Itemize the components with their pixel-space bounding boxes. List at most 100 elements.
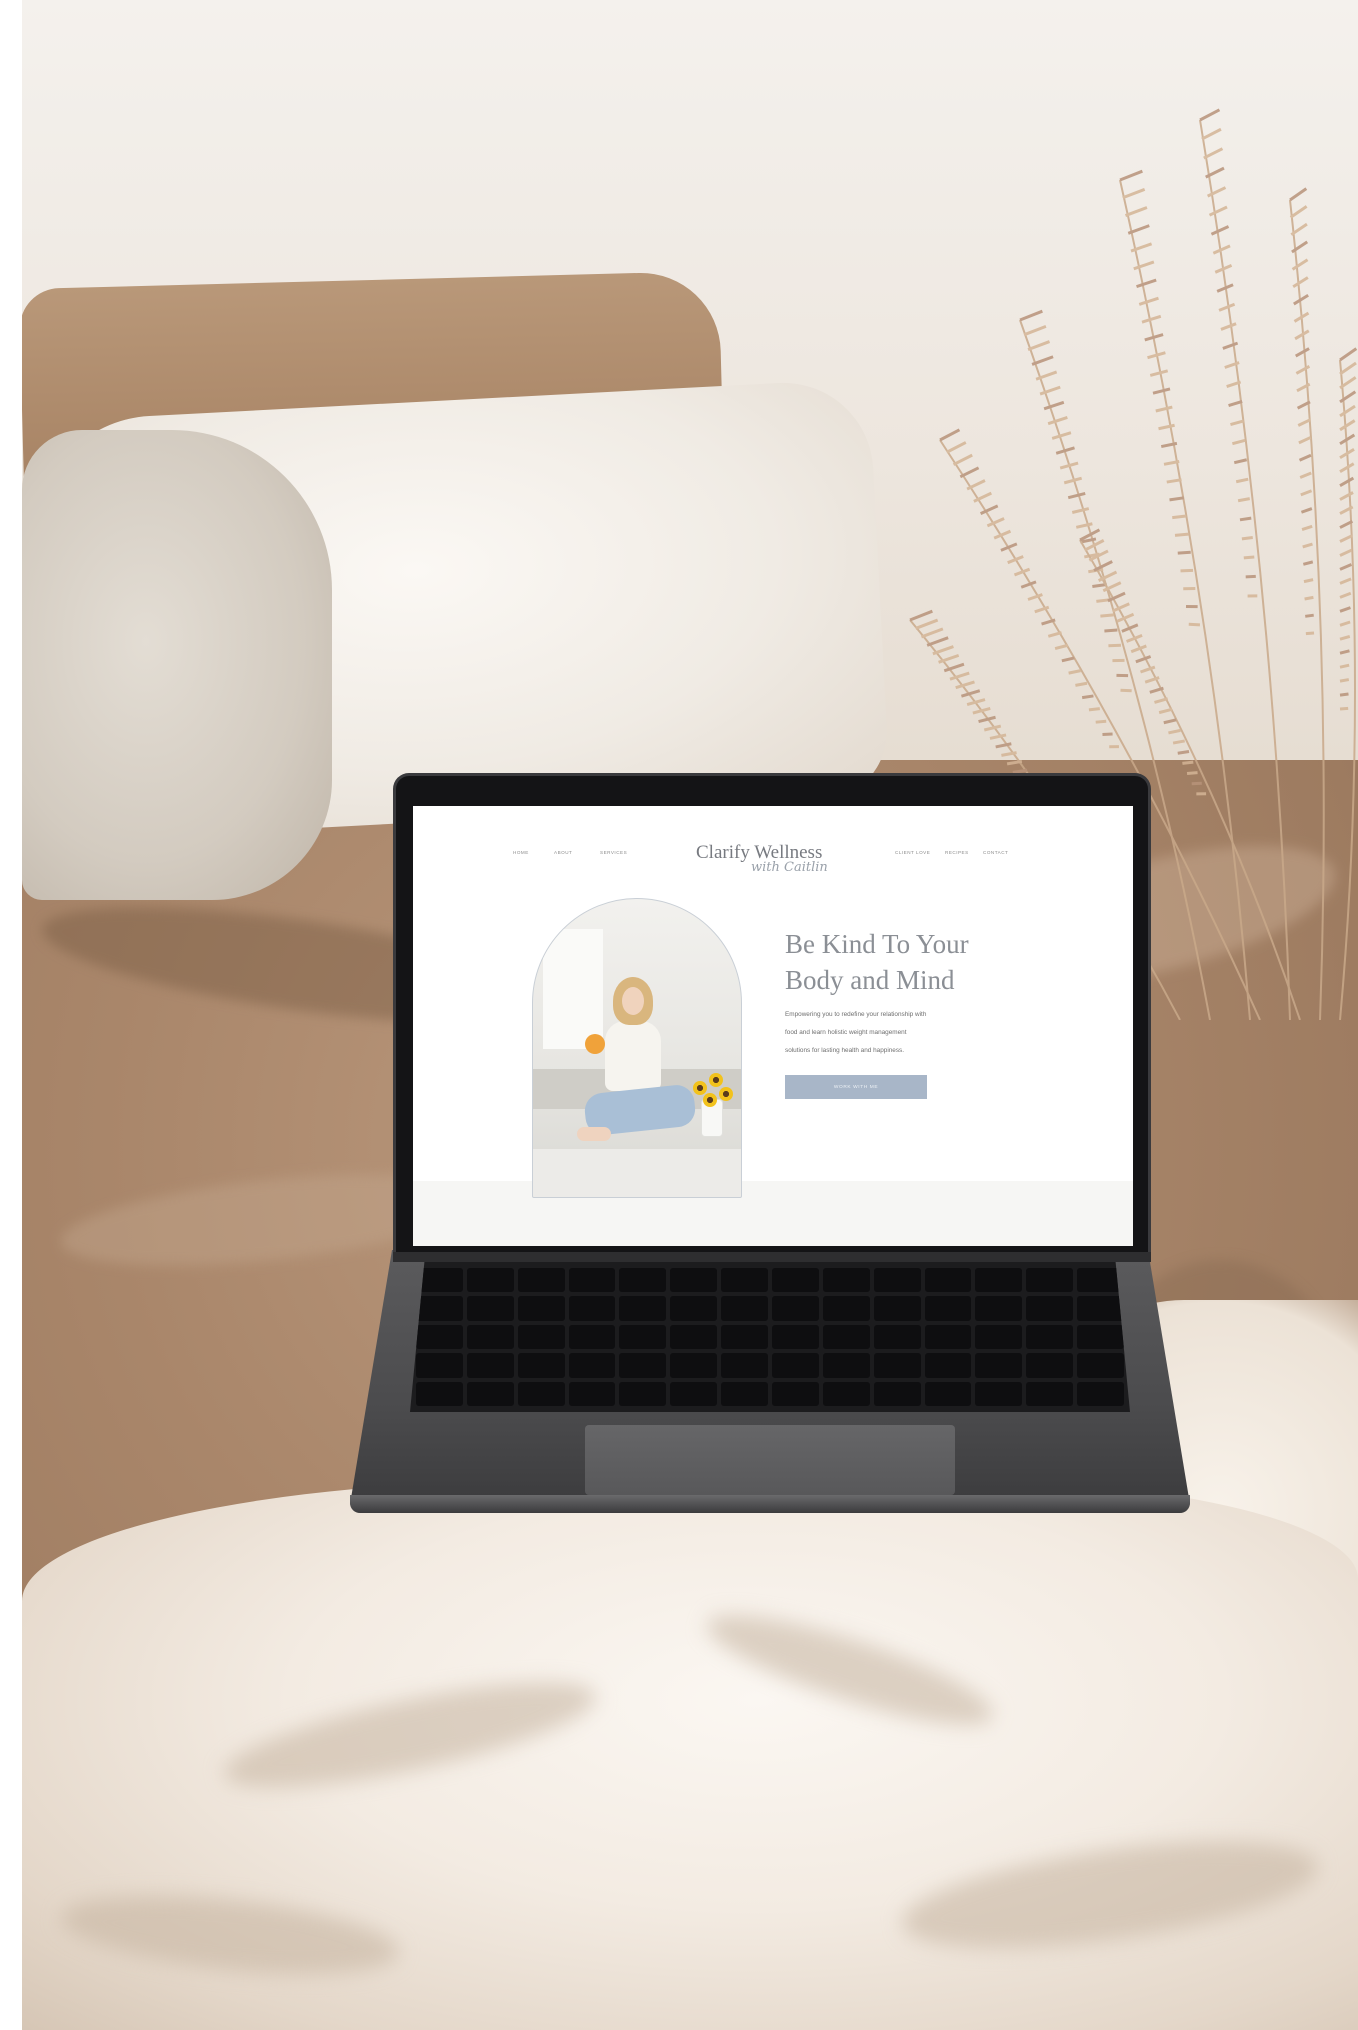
keyboard-key[interactable] <box>1077 1381 1124 1406</box>
laptop-trackpad[interactable] <box>585 1425 955 1495</box>
pampas-frond <box>1339 361 1357 376</box>
sunflower-icon <box>719 1087 733 1101</box>
keyboard-key[interactable] <box>975 1324 1023 1350</box>
pampas-frond <box>1294 347 1310 358</box>
pampas-frond <box>1243 555 1255 560</box>
keyboard-key[interactable] <box>466 1353 514 1378</box>
laptop-keyboard[interactable] <box>410 1262 1130 1412</box>
pampas-frond <box>1237 497 1251 503</box>
keyboard-key[interactable] <box>924 1296 972 1321</box>
keyboard-key[interactable] <box>873 1296 921 1321</box>
nav-services[interactable]: SERVICES <box>600 850 627 855</box>
keyboard-key[interactable] <box>772 1381 819 1406</box>
keyboard-key[interactable] <box>1026 1296 1074 1321</box>
pampas-frond <box>1298 436 1312 445</box>
nav-home[interactable]: HOME <box>513 850 529 855</box>
keyboard-key[interactable] <box>822 1324 870 1350</box>
keyboard-key[interactable] <box>772 1296 819 1321</box>
keyboard-key[interactable] <box>975 1381 1023 1406</box>
keyboard-key[interactable] <box>670 1296 718 1321</box>
keyboard-key[interactable] <box>822 1353 870 1378</box>
keyboard-key[interactable] <box>517 1353 565 1378</box>
keyboard-key[interactable] <box>721 1353 768 1378</box>
keyboard-key[interactable] <box>517 1381 565 1406</box>
hero-heading: Be Kind To Your Body and Mind <box>785 926 1045 998</box>
keyboard-key[interactable] <box>924 1268 972 1293</box>
keyboard-key[interactable] <box>670 1268 718 1293</box>
keyboard-key[interactable] <box>721 1268 768 1293</box>
keyboard-key[interactable] <box>873 1268 921 1293</box>
keyboard-key[interactable] <box>568 1268 616 1293</box>
keyboard-key[interactable] <box>466 1324 514 1350</box>
keyboard-key[interactable] <box>568 1296 616 1321</box>
keyboard-key[interactable] <box>619 1296 667 1321</box>
pampas-frond <box>1302 560 1314 566</box>
keyboard-key[interactable] <box>619 1268 667 1293</box>
photo-orange <box>585 1034 605 1054</box>
photo-window <box>543 929 603 1049</box>
keyboard-key[interactable] <box>924 1324 972 1350</box>
keyboard-key[interactable] <box>517 1268 565 1293</box>
keyboard-key[interactable] <box>568 1353 616 1378</box>
keyboard-key[interactable] <box>975 1296 1023 1321</box>
keyboard-key[interactable] <box>670 1353 718 1378</box>
keyboard-key[interactable] <box>1077 1353 1124 1378</box>
pampas-frond <box>983 724 1002 732</box>
keyboard-key[interactable] <box>568 1324 616 1350</box>
nav-client-love[interactable]: CLIENT LOVE <box>895 850 930 855</box>
keyboard-key[interactable] <box>1026 1324 1074 1350</box>
pampas-frond <box>1154 697 1169 704</box>
nav-contact[interactable]: CONTACT <box>983 850 1008 855</box>
keyboard-key[interactable] <box>822 1296 870 1321</box>
keyboard-key[interactable] <box>1026 1268 1074 1293</box>
pampas-frond <box>1291 258 1309 271</box>
keyboard-key[interactable] <box>416 1324 463 1350</box>
pampas-frond <box>1023 324 1047 337</box>
keyboard-key[interactable] <box>466 1268 514 1293</box>
keyboard-key[interactable] <box>466 1381 514 1406</box>
pampas-frond <box>1120 688 1132 693</box>
keyboard-key[interactable] <box>975 1353 1023 1378</box>
keyboard-key[interactable] <box>517 1324 565 1350</box>
nav-about[interactable]: ABOUT <box>554 850 572 855</box>
keyboard-key[interactable] <box>822 1268 870 1293</box>
pampas-stem <box>1199 119 1291 1020</box>
keyboard-key[interactable] <box>517 1296 565 1321</box>
pampas-frond <box>989 733 1007 740</box>
pampas-frond <box>1012 768 1028 774</box>
keyboard-key[interactable] <box>416 1381 463 1406</box>
keyboard-key[interactable] <box>822 1381 870 1406</box>
keyboard-key[interactable] <box>721 1324 768 1350</box>
pampas-frond <box>1339 491 1354 501</box>
keyboard-key[interactable] <box>670 1381 718 1406</box>
keyboard-key[interactable] <box>975 1268 1023 1293</box>
keyboard-key[interactable] <box>772 1268 819 1293</box>
pampas-frond <box>1339 634 1351 641</box>
keyboard-key[interactable] <box>619 1324 667 1350</box>
keyboard-key[interactable] <box>772 1324 819 1350</box>
keyboard-key[interactable] <box>873 1324 921 1350</box>
keyboard-key[interactable] <box>873 1353 921 1378</box>
keyboard-key[interactable] <box>416 1296 463 1321</box>
keyboard-key[interactable] <box>619 1381 667 1406</box>
keyboard-key[interactable] <box>568 1381 616 1406</box>
keyboard-key[interactable] <box>772 1353 819 1378</box>
keyboard-key[interactable] <box>924 1381 972 1406</box>
keyboard-key[interactable] <box>1077 1296 1124 1321</box>
keyboard-key[interactable] <box>1026 1381 1074 1406</box>
work-with-me-button[interactable]: WORK WITH ME <box>785 1075 927 1099</box>
keyboard-key[interactable] <box>924 1353 972 1378</box>
pampas-frond <box>1199 108 1221 122</box>
keyboard-key[interactable] <box>1026 1353 1074 1378</box>
keyboard-key[interactable] <box>1077 1324 1124 1350</box>
nav-recipes[interactable]: RECIPES <box>945 850 969 855</box>
laptop-screen: HOME ABOUT SERVICES Clarify Wellness wit… <box>413 806 1133 1246</box>
keyboard-key[interactable] <box>721 1381 768 1406</box>
pampas-frond <box>1339 606 1351 613</box>
keyboard-key[interactable] <box>466 1296 514 1321</box>
keyboard-key[interactable] <box>619 1353 667 1378</box>
keyboard-key[interactable] <box>721 1296 768 1321</box>
keyboard-key[interactable] <box>873 1381 921 1406</box>
keyboard-key[interactable] <box>670 1324 718 1350</box>
keyboard-key[interactable] <box>416 1353 463 1378</box>
